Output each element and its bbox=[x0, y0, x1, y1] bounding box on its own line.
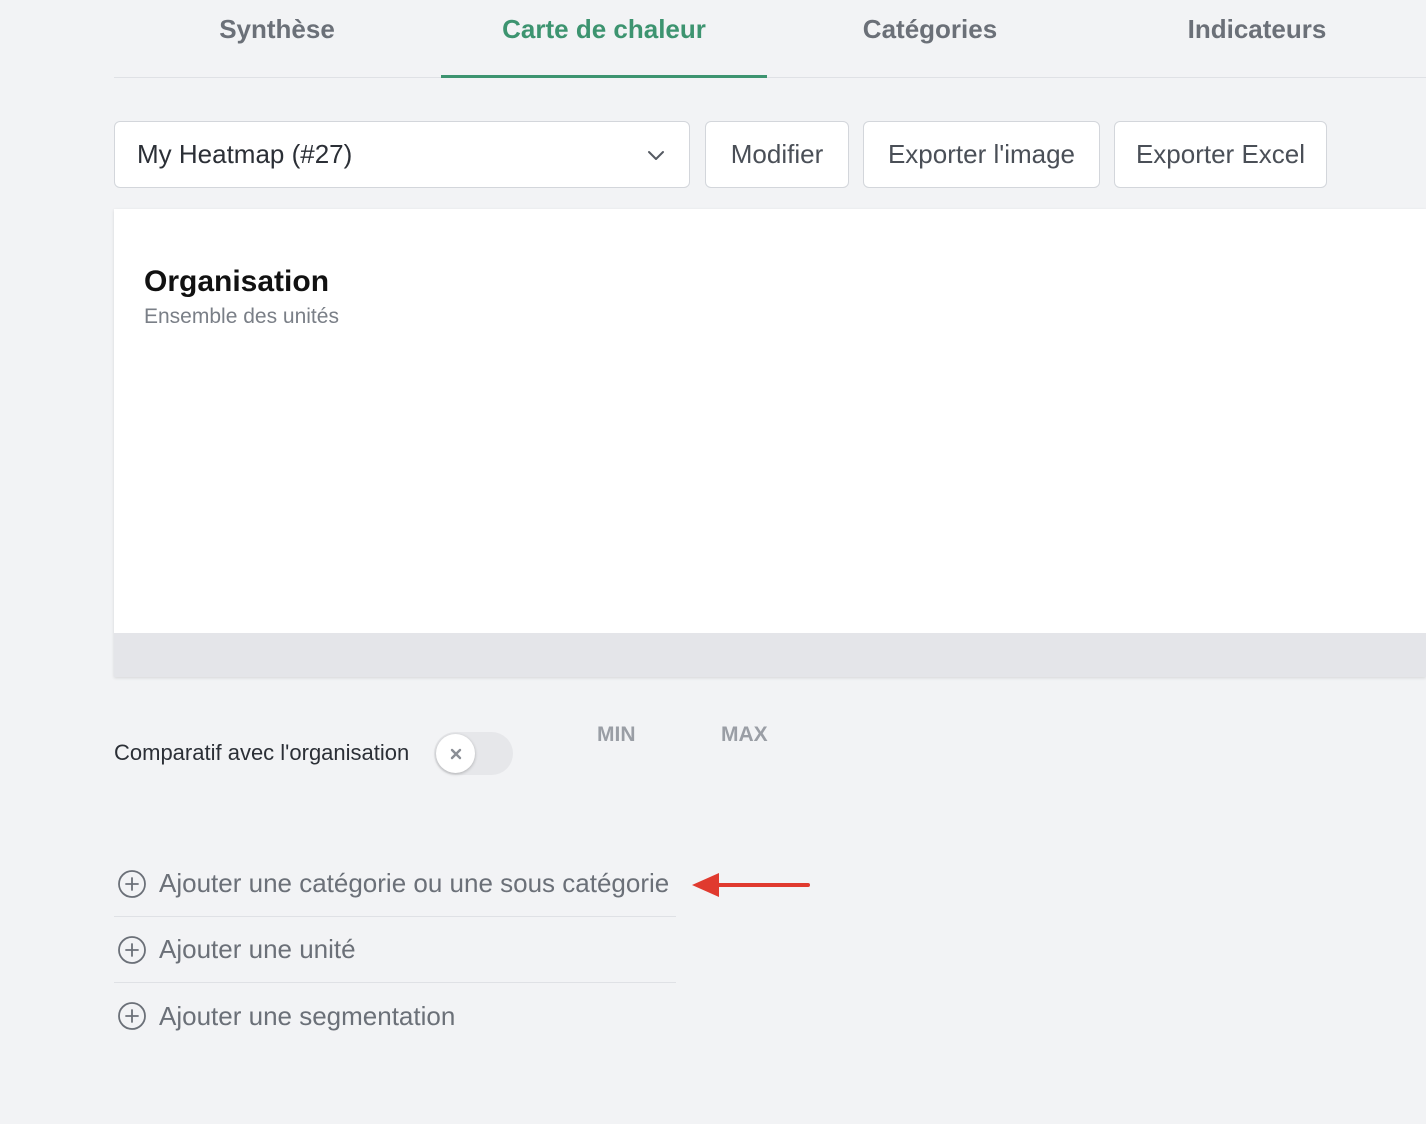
compare-label: Comparatif avec l'organisation bbox=[114, 740, 410, 765]
modify-button[interactable]: Modifier bbox=[705, 121, 849, 188]
heatmap-select-value: My Heatmap (#27) bbox=[137, 139, 353, 169]
tab-label: Carte de chaleur bbox=[502, 14, 706, 44]
tab-indicateurs[interactable]: Indicateurs bbox=[1094, 0, 1420, 78]
tab-bar: Synthèse Carte de chaleur Catégories Ind… bbox=[114, 0, 1426, 78]
tab-label: Indicateurs bbox=[1187, 14, 1327, 44]
add-category-button[interactable]: Ajouter une catégorie ou une sous catégo… bbox=[114, 851, 676, 917]
export-image-button[interactable]: Exporter l'image bbox=[863, 121, 1100, 188]
card-title: Organisation bbox=[144, 265, 330, 298]
arrow-left-icon bbox=[692, 873, 810, 897]
add-unit-button[interactable]: Ajouter une unité bbox=[114, 917, 676, 983]
card-subtitle: Ensemble des unités bbox=[144, 305, 339, 328]
plus-circle-icon bbox=[118, 1002, 146, 1030]
add-segmentation-label: Ajouter une segmentation bbox=[159, 1000, 456, 1031]
plus-circle-icon bbox=[118, 869, 146, 898]
heatmap-card: Organisation Ensemble des unités bbox=[114, 209, 1426, 677]
tab-label: Synthèse bbox=[219, 14, 335, 44]
tab-synthese[interactable]: Synthèse bbox=[114, 0, 440, 78]
tab-label: Catégories bbox=[862, 14, 998, 44]
add-segmentation-button[interactable]: Ajouter une segmentation bbox=[114, 983, 676, 1049]
heatmap-select[interactable]: My Heatmap (#27) bbox=[114, 121, 690, 188]
toggle-knob bbox=[436, 734, 475, 773]
x-icon bbox=[450, 748, 461, 759]
compare-toggle[interactable] bbox=[434, 732, 513, 775]
export-excel-button[interactable]: Exporter Excel bbox=[1114, 121, 1327, 188]
add-category-label: Ajouter une catégorie ou une sous catégo… bbox=[159, 868, 670, 898]
max-label: MAX bbox=[721, 723, 768, 746]
tab-categories[interactable]: Catégories bbox=[767, 0, 1093, 78]
min-label: MIN bbox=[597, 723, 636, 746]
chevron-down-icon bbox=[648, 151, 664, 160]
card-footer bbox=[114, 633, 1426, 677]
tab-carte-de-chaleur[interactable]: Carte de chaleur bbox=[441, 0, 767, 78]
plus-circle-icon bbox=[118, 935, 146, 964]
add-unit-label: Ajouter une unité bbox=[159, 934, 356, 964]
